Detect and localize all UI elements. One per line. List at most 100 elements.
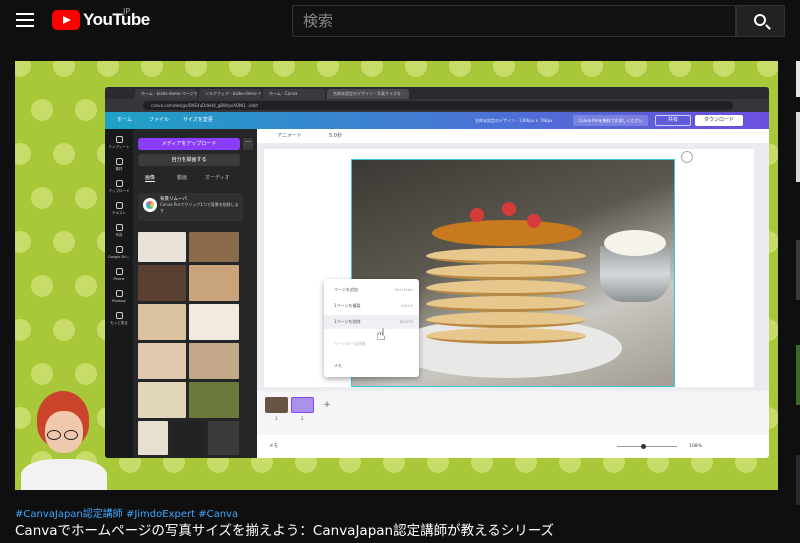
- rail-item: Pexels: [105, 265, 133, 287]
- page-number: 1: [275, 416, 278, 421]
- uploaded-image-thumbnail: [138, 421, 168, 455]
- browser-tab-active: 名称未設定のデザイン - 写真サイズを: [327, 89, 409, 99]
- background-dot: [15, 319, 31, 341]
- card-text: Canva Proでクリック1つで背景を削除します: [160, 202, 239, 213]
- background-dot: [53, 319, 75, 341]
- related-video-thumbnail[interactable]: [796, 345, 800, 405]
- context-menu-item: メモ: [334, 363, 342, 368]
- background-dot: [185, 61, 207, 77]
- background-dot: [53, 61, 75, 77]
- background-dot: [361, 61, 383, 77]
- canva-side-rail: テンプレート 素材 アップロード テキスト 写真 Google Dri... P…: [105, 129, 133, 458]
- background-dot: [75, 187, 97, 209]
- tab-images: 画像: [145, 175, 156, 182]
- text-icon: [115, 202, 123, 209]
- background-dot: [493, 61, 515, 77]
- canva-uploads-panel: メディアをアップロード ··· 自分を録画する 画像 動画 オーディオ 背景リム…: [133, 129, 257, 458]
- video-player[interactable]: ホーム - bizbe-demo ページで ソルクフェア - bizbe-dem…: [15, 61, 778, 490]
- canva-home: ホーム: [117, 117, 132, 123]
- rail-item: アップロード: [105, 177, 133, 199]
- pexels-icon: [115, 268, 123, 275]
- background-dot: [31, 99, 53, 121]
- video-title: Canvaでホームページの写真サイズを揃えよう：CanvaJapan認定講師が教…: [15, 523, 555, 539]
- rail-item: 写真: [105, 221, 133, 243]
- youtube-logo[interactable]: YouTube: [52, 10, 150, 30]
- search-icon: [754, 14, 766, 26]
- zoom-slider-knob: [641, 444, 646, 449]
- uploaded-image-thumbnail: [189, 304, 239, 340]
- upload-icon: [115, 180, 123, 187]
- rail-item: テキスト: [105, 199, 133, 221]
- notes-label: メモ: [269, 444, 278, 449]
- background-dot: [625, 61, 647, 77]
- page-number: 2: [301, 416, 304, 421]
- uploaded-image-thumbnail: [189, 265, 239, 301]
- design-page: ページを追加 Ctrl+Enter 1ページを複製 Ctrl+D 1ページを削除 DE…: [264, 149, 754, 387]
- background-dot: [581, 61, 603, 77]
- browser-tab: ホーム - bizbe-demo ページで: [135, 89, 197, 99]
- rail-item: 素材: [105, 155, 133, 177]
- page-context-menu: ページを追加 Ctrl+Enter 1ページを複製 Ctrl+D 1ページを削除 DE…: [324, 279, 419, 377]
- background-dot: [669, 61, 691, 77]
- canvas-bottom-bar: メモ 108%: [257, 435, 769, 458]
- logo-text: YouTube: [83, 10, 150, 29]
- animate-label: アニメート: [277, 133, 302, 139]
- menu-icon[interactable]: [16, 13, 34, 27]
- browser-tab: ソルクフェア - bizbe-demo ペ: [199, 89, 261, 99]
- page-thumbnail: [265, 397, 288, 413]
- syrup-shape: [432, 220, 582, 246]
- photo-icon: [115, 224, 123, 231]
- uploaded-image-thumbnail: [189, 343, 239, 379]
- background-remover-card: 背景リムーバ Canva Proでクリック1つで背景を削除します: [138, 193, 243, 221]
- background-dot: [317, 61, 339, 77]
- pancake-layer: [426, 312, 586, 328]
- search-input[interactable]: 検索: [292, 5, 736, 37]
- rail-item: Pixabay: [105, 287, 133, 309]
- youtube-play-icon: [52, 10, 80, 30]
- uploaded-image-thumbnail: [208, 421, 239, 455]
- related-video-thumbnail[interactable]: [796, 112, 800, 182]
- canva-top-menu: ホーム ファイル サイズを変更 名称未設定のデザイン - 1366px × 76…: [105, 112, 769, 129]
- uploaded-image-thumbnail: [138, 304, 186, 340]
- pixabay-icon: [115, 290, 123, 297]
- glasses-icon: [47, 425, 83, 440]
- related-video-thumbnail[interactable]: [796, 455, 800, 505]
- duration-label: 5.0秒: [329, 133, 342, 139]
- related-video-thumbnail[interactable]: [796, 240, 800, 300]
- refresh-icon: [681, 151, 693, 163]
- search-button[interactable]: [736, 5, 785, 37]
- rail-item: テンプレート: [105, 133, 133, 155]
- video-hashtags[interactable]: #CanvaJapan認定講師 #JimdoExpert #Canva: [15, 505, 238, 520]
- strawberry-shape: [502, 202, 516, 216]
- browser-tab: ホーム - Canva: [263, 89, 325, 99]
- background-dot: [537, 61, 559, 77]
- more-icon: [115, 312, 123, 319]
- canva-design-name: 名称未設定のデザイン - 1366px × 768px: [475, 118, 553, 123]
- more-options-icon: ···: [243, 138, 253, 150]
- top-bar: YouTube JP 検索: [0, 0, 800, 43]
- tab-audio: オーディオ: [205, 175, 230, 181]
- screen-recording-browser: ホーム - bizbe-demo ページで ソルクフェア - bizbe-dem…: [105, 87, 769, 458]
- strawberry-shape: [470, 208, 484, 222]
- pancake-layer: [426, 280, 586, 296]
- canva-download-button: ダウンロード: [695, 115, 743, 126]
- presenter-webcam: [15, 381, 107, 490]
- background-dot: [15, 61, 31, 77]
- background-dot: [757, 61, 778, 77]
- background-dot: [75, 99, 97, 121]
- canva-canvas-area: アニメート 5.0秒 ページを追加 Ctrl+Enter 1ページを複製 Ctr…: [257, 129, 769, 458]
- background-dot: [15, 231, 31, 253]
- pancake-layer: [426, 248, 586, 264]
- upload-media-button: メディアをアップロード: [138, 138, 240, 150]
- google-drive-icon: [115, 246, 123, 253]
- related-video-thumbnail[interactable]: [796, 61, 800, 97]
- background-remover-icon: [143, 198, 157, 212]
- background-dot: [405, 61, 427, 77]
- elements-icon: [115, 158, 123, 165]
- canva-pro-button: Canva Proを無料でお試しください: [573, 115, 648, 126]
- background-dot: [229, 61, 251, 77]
- pancake-layer: [426, 264, 586, 280]
- presenter-hoodie: [21, 459, 107, 490]
- background-dot: [53, 143, 75, 165]
- uploaded-image-thumbnail: [171, 421, 205, 455]
